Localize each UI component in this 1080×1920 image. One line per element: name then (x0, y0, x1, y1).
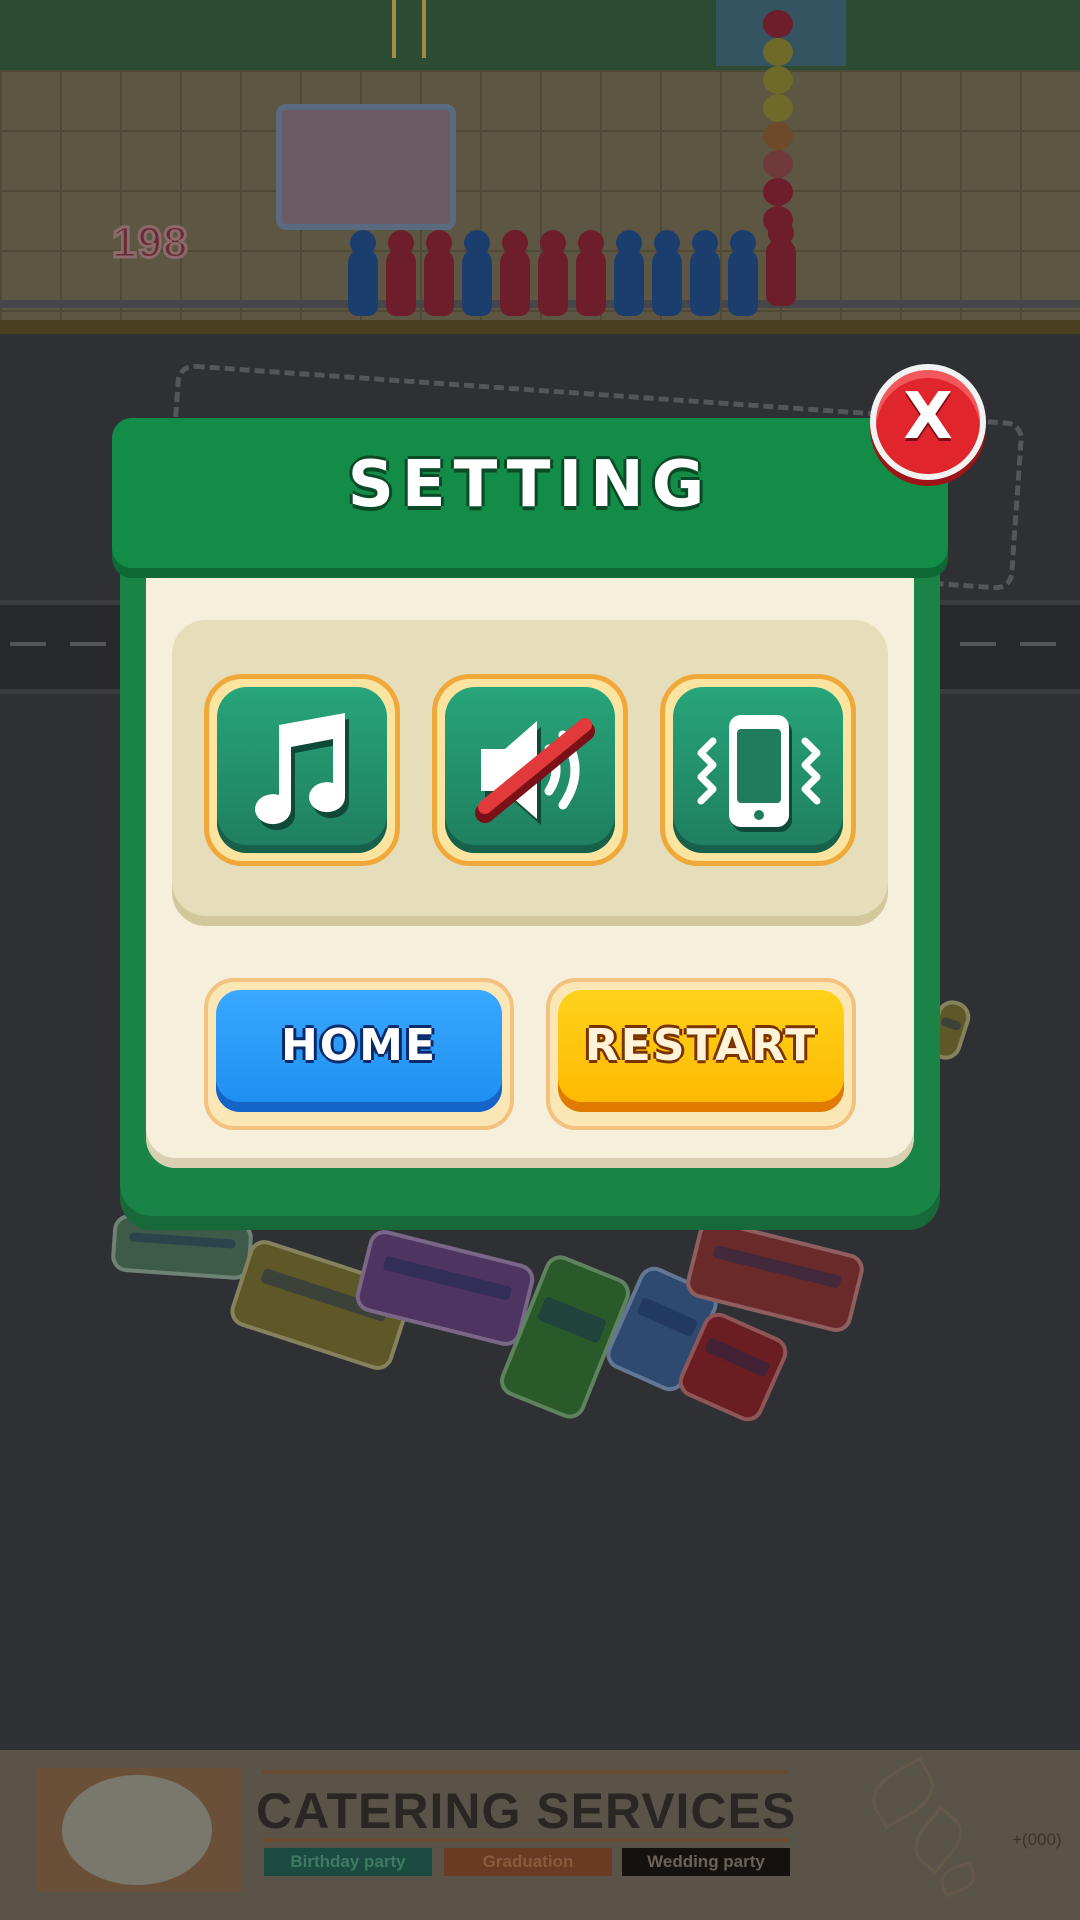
queue-passenger (500, 230, 530, 316)
queue-passenger (652, 230, 682, 316)
queue-passenger (763, 178, 793, 206)
sound-toggle[interactable] (432, 674, 628, 866)
queue-passenger (462, 230, 492, 316)
phone-vibrate-icon (697, 715, 821, 832)
lane-dash (70, 642, 106, 646)
ad-tag-wedding: Wedding party (622, 1848, 790, 1876)
queue-passenger (763, 66, 793, 94)
queue-passenger (386, 230, 416, 316)
settings-dialog: SETTING X HOME RESTART (112, 364, 986, 1230)
queue-passenger (576, 230, 606, 316)
queue-passenger (424, 230, 454, 316)
queue-passenger (690, 230, 720, 316)
music-toggle[interactable] (204, 674, 400, 866)
queue-passenger (614, 230, 644, 316)
ad-tag-birthday: Birthday party (264, 1848, 432, 1876)
top-wall (0, 0, 1080, 70)
queue-passenger (763, 94, 793, 122)
home-button-label: HOME (280, 1020, 438, 1071)
floor-edge (0, 320, 1080, 334)
ad-title: CATERING SERVICES (256, 1783, 797, 1839)
queue-passenger (763, 38, 793, 66)
ad-tag-graduation: Graduation (444, 1848, 612, 1876)
lane-dash (1020, 642, 1056, 646)
ad-phone: +(000) (1012, 1830, 1062, 1849)
queue-passenger (763, 10, 793, 38)
queue-passenger (728, 230, 758, 316)
close-icon: X (903, 380, 953, 454)
restart-button[interactable]: RESTART (546, 978, 856, 1130)
close-button[interactable]: X (870, 364, 986, 480)
queue-passenger (763, 150, 793, 178)
queue-passenger (766, 220, 796, 306)
home-button[interactable]: HOME (204, 978, 514, 1130)
lane-dash (10, 642, 46, 646)
ladder (392, 0, 426, 58)
ad-divider (262, 1770, 788, 1774)
queue-passenger (763, 122, 793, 150)
restart-button-label: RESTART (584, 1020, 818, 1071)
vibration-toggle[interactable] (660, 674, 856, 866)
music-note-icon (255, 713, 350, 831)
passenger-counter: 198 (110, 217, 189, 269)
ad-plate (62, 1775, 212, 1885)
lane-dash (960, 642, 996, 646)
dialog-header: SETTING (112, 418, 948, 568)
speaker-muted-icon (475, 718, 595, 825)
queue-passenger (538, 230, 568, 316)
kiosk (276, 104, 456, 230)
dialog-title: SETTING (347, 448, 713, 522)
queue-passenger (348, 230, 378, 316)
